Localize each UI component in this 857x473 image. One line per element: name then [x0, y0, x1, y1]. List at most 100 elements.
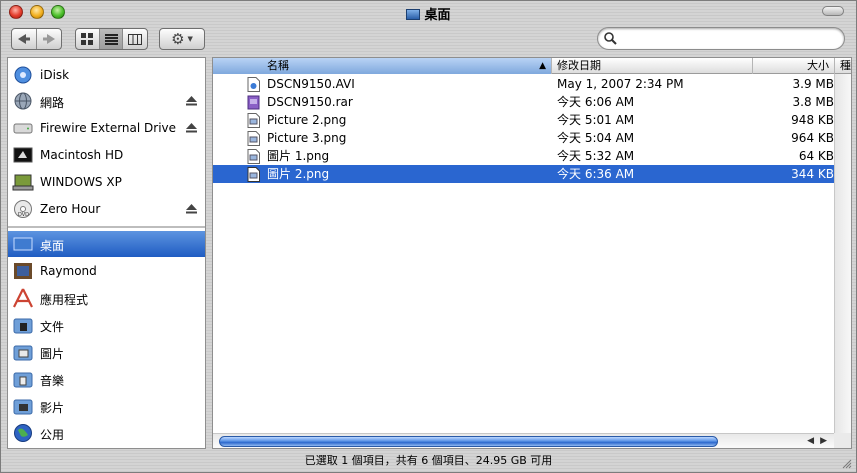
forward-arrow-icon — [43, 34, 55, 44]
column-view-button[interactable] — [123, 29, 147, 49]
file-size: 64 KB — [798, 149, 834, 163]
scroll-arrows[interactable]: ◀▶ — [807, 436, 833, 446]
list-view-button[interactable] — [99, 29, 124, 49]
status-bar: 已選取 1 個項目，共有 6 個項目、24.95 GB 可用 — [304, 454, 553, 467]
desktop-icon — [13, 237, 33, 251]
column-view-icon — [128, 33, 143, 45]
column-header-date[interactable]: 修改日期 — [552, 58, 753, 74]
action-menu-button[interactable]: ⚙ ▼ — [159, 28, 205, 50]
network-icon — [14, 92, 32, 110]
column-header-bar: 名稱 ▲ 修改日期 大小 種類 — [213, 58, 851, 74]
sidebar-item-zero-hour[interactable]: DVD Zero Hour — [8, 196, 205, 222]
sidebar-item-firewire-drive[interactable]: Firewire External Drive — [8, 115, 205, 141]
horizontal-scrollbar[interactable]: ◀▶ — [213, 433, 835, 448]
file-date: 今天 6:36 AM — [557, 167, 635, 181]
resize-grip-icon[interactable] — [841, 458, 852, 469]
toolbar-toggle-button[interactable] — [822, 6, 844, 16]
sidebar-item-music[interactable]: 音樂 — [8, 366, 205, 392]
sidebar-divider — [8, 226, 205, 228]
search-field[interactable] — [597, 27, 845, 50]
file-row[interactable]: 圖片 1.png 今天 5:32 AM 64 KB — [213, 147, 851, 165]
idisk-icon — [14, 66, 32, 84]
file-date: 今天 5:01 AM — [557, 113, 635, 127]
pictures-folder-icon — [13, 345, 33, 361]
sidebar-item-label: Firewire External Drive — [40, 121, 177, 135]
file-name: Picture 2.png — [267, 113, 347, 127]
sidebar-item-desktop[interactable]: 桌面 — [8, 231, 205, 257]
file-row[interactable]: DSCN9150.rar 今天 6:06 AM 3.8 MB — [213, 93, 851, 111]
windows-disk-icon — [12, 174, 34, 191]
dvd-icon: DVD — [14, 200, 32, 218]
sidebar-item-label: WINDOWS XP — [40, 175, 122, 189]
sidebar-item-label: Raymond — [40, 264, 97, 278]
forward-button[interactable] — [37, 29, 61, 49]
title-bar[interactable]: 桌面 — [1, 1, 856, 23]
applications-icon — [13, 288, 33, 308]
finder-window: 桌面 ⚙ ▼ iDisk 網路 Firewire External Drive … — [0, 0, 857, 473]
eject-icon[interactable] — [186, 204, 197, 214]
sidebar-item-raymond[interactable]: Raymond — [8, 258, 205, 284]
svg-text:DVD: DVD — [18, 212, 29, 218]
movies-folder-icon — [13, 399, 33, 415]
sidebar-item-documents[interactable]: 文件 — [8, 312, 205, 338]
file-size: 964 KB — [791, 131, 834, 145]
back-forward-control — [11, 28, 62, 50]
file-name: Picture 3.png — [267, 131, 347, 145]
column-header-size[interactable]: 大小 — [753, 58, 835, 74]
column-header-label: 名稱 — [267, 59, 289, 72]
png-file-icon — [247, 149, 260, 164]
file-size: 3.9 MB — [792, 77, 834, 91]
sidebar-item-windows-xp[interactable]: WINDOWS XP — [8, 169, 205, 195]
eject-icon[interactable] — [186, 96, 197, 106]
file-name: DSCN9150.AVI — [267, 77, 355, 91]
icon-view-button[interactable] — [76, 29, 100, 49]
sidebar-item-idisk[interactable]: iDisk — [8, 62, 205, 88]
external-drive-icon — [13, 123, 33, 134]
hard-disk-icon — [13, 147, 33, 163]
movie-file-icon — [247, 77, 260, 92]
archive-file-icon — [247, 95, 260, 110]
file-name: 圖片 2.png — [267, 167, 330, 181]
sidebar-item-movies[interactable]: 影片 — [8, 393, 205, 419]
sidebar-item-public[interactable]: 公用 — [8, 420, 205, 446]
icon-view-icon — [81, 33, 94, 45]
window-title: 桌面 — [1, 4, 856, 23]
music-folder-icon — [13, 372, 33, 388]
column-header-kind[interactable]: 種類 — [835, 58, 851, 74]
file-row[interactable]: DSCN9150.AVI May 1, 2007 2:34 PM 3.9 MB — [213, 75, 851, 93]
sidebar-item-label: 影片 — [40, 401, 65, 415]
sidebar-item-label: iDisk — [40, 68, 70, 82]
sidebar-item-applications[interactable]: 應用程式 — [8, 285, 205, 311]
sidebar-item-network[interactable]: 網路 — [8, 88, 205, 114]
file-row[interactable]: Picture 2.png 今天 5:01 AM 948 KB — [213, 111, 851, 129]
file-date: 今天 6:06 AM — [557, 95, 635, 109]
file-list: 名稱 ▲ 修改日期 大小 種類 DSCN9150.AVI May 1, 2007… — [212, 57, 852, 449]
column-header-label: 修改日期 — [557, 59, 601, 72]
view-mode-control — [75, 28, 148, 50]
search-icon — [604, 32, 617, 45]
sidebar-item-label: 桌面 — [40, 239, 65, 253]
sidebar-item-label: Macintosh HD — [40, 148, 124, 162]
eject-icon[interactable] — [186, 123, 197, 133]
vertical-scrollbar[interactable] — [834, 74, 851, 434]
sidebar-item-label: 文件 — [40, 320, 65, 334]
sidebar-item-pictures[interactable]: 圖片 — [8, 339, 205, 365]
search-input[interactable] — [620, 31, 835, 47]
gear-icon: ⚙ — [171, 29, 185, 48]
sidebar-item-label: 應用程式 — [40, 293, 89, 307]
desktop-icon — [406, 9, 421, 20]
file-size: 3.8 MB — [792, 95, 834, 109]
file-row[interactable]: Picture 3.png 今天 5:04 AM 964 KB — [213, 129, 851, 147]
back-arrow-icon — [18, 34, 30, 44]
sidebar-item-macintosh-hd[interactable]: Macintosh HD — [8, 142, 205, 168]
file-date: May 1, 2007 2:34 PM — [557, 77, 684, 91]
file-row-selected[interactable]: 圖片 2.png 今天 6:36 AM 344 KB — [213, 165, 851, 183]
back-button[interactable] — [12, 29, 37, 49]
scrollbar-corner — [834, 433, 851, 448]
column-header-name[interactable]: 名稱 ▲ — [213, 58, 552, 74]
documents-folder-icon — [13, 318, 33, 334]
column-header-label: 種類 — [840, 59, 851, 72]
file-date: 今天 5:32 AM — [557, 149, 635, 163]
sidebar-item-label: 圖片 — [40, 347, 65, 361]
horizontal-scroll-thumb[interactable] — [219, 436, 718, 447]
